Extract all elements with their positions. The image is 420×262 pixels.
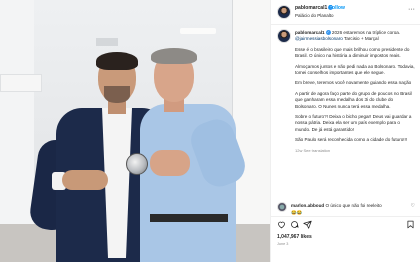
post-location[interactable]: Palácio do Planalto [295, 13, 334, 18]
comment-icon[interactable] [290, 220, 299, 229]
left-man-hair [96, 52, 138, 70]
caption-text: pablomarcal1 ✓ 2026 estaremos na tríplice… [295, 30, 415, 158]
post-photo[interactable] [0, 0, 270, 262]
caption-paragraph: São Paulo será reconhecida como a cidade… [295, 137, 408, 143]
share-icon[interactable] [303, 220, 312, 229]
commenter-avatar[interactable] [277, 202, 287, 212]
caption-mention[interactable]: @jairmessiasbolsonaro [295, 36, 343, 41]
caption-paragraph: A partir de agora faço parte do grupo de… [295, 90, 412, 109]
photo-door [232, 0, 270, 262]
caption-tags: Tarcisio + Marçal [344, 36, 379, 42]
right-man-hand [150, 150, 190, 176]
caption-username[interactable]: pablomarcal1 [295, 30, 325, 35]
left-man-pointing-hand [62, 170, 108, 190]
medal [126, 153, 148, 175]
caption-paragraph: Esse é o brasileiro que mais brilhou com… [295, 46, 410, 59]
post-panel: pablomarcal1 ✓ Follow Palácio do Planalto… [270, 0, 420, 262]
comment-text: marlon.abboud O único que não foi reelei… [291, 203, 406, 208]
comment-row: marlon.abboud O único que não foi reelei… [271, 202, 420, 216]
photo-wall [0, 0, 34, 262]
author-avatar[interactable] [277, 5, 291, 19]
photo-air-conditioner [0, 74, 42, 92]
caption-timestamp[interactable]: 12w See translation [295, 148, 415, 154]
heart-icon[interactable] [277, 220, 286, 229]
right-man-belt [150, 214, 228, 222]
likes-count[interactable]: 1,047,967 likes [277, 234, 312, 240]
caption-paragraph: Almoçamos juntos e não pedi nada ao Bols… [295, 63, 415, 76]
post-header: pablomarcal1 ✓ Follow Palácio do Planalto… [271, 0, 420, 25]
photo-ceiling-light [180, 28, 216, 34]
caption-paragraph: Sobre o futuro?! Deixa o bicho pegar! De… [295, 114, 412, 132]
post-date: June 3 [277, 242, 289, 246]
photo-ceiling-vent [96, 38, 118, 46]
caption-avatar[interactable] [277, 29, 291, 43]
post-caption: pablomarcal1 ✓ 2026 estaremos na tríplice… [271, 24, 420, 202]
right-man-hair [151, 48, 197, 64]
verified-badge-icon: ✓ [325, 30, 331, 36]
caption-line-1: 2026 estaremos na tríplice coroa. [331, 30, 401, 35]
bookmark-icon[interactable] [406, 220, 415, 229]
comment-body: O único que não foi reeleito [325, 203, 382, 208]
comment-like-icon[interactable]: ♡ [411, 203, 415, 209]
author-username[interactable]: pablomarcal1 ✓ [295, 5, 334, 11]
left-man-beard [104, 86, 130, 103]
commenter-username[interactable]: marlon.abboud [291, 203, 324, 208]
caption-paragraph: Em breve, teremos você novamente guiando… [295, 80, 412, 86]
action-bar [271, 216, 420, 231]
follow-button[interactable]: Follow [329, 5, 345, 11]
more-options-icon[interactable]: ··· [408, 6, 415, 13]
